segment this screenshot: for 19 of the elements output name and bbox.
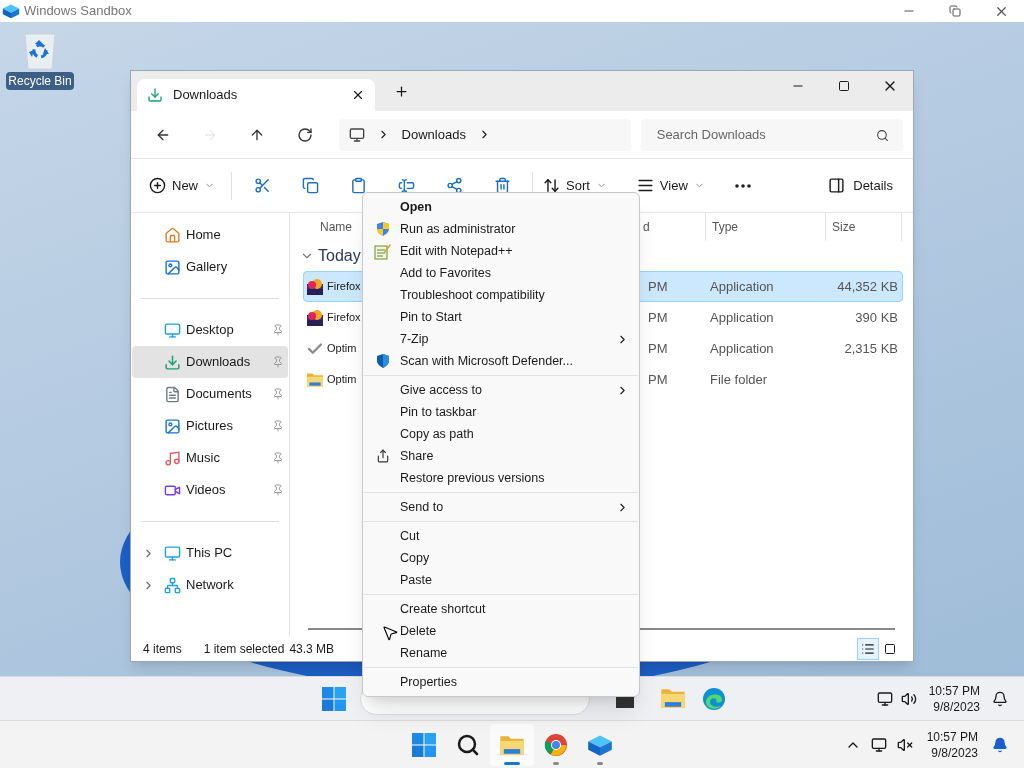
table-cell-text: PM: [648, 308, 669, 327]
status-text: 43.3 MB: [289, 641, 335, 658]
table-cell-text: 2,315 KB: [843, 339, 898, 358]
table-cell-text: Firefox: [327, 310, 361, 326]
table-cell-text: Application: [709, 277, 775, 296]
table-cell-text: File folder: [709, 370, 769, 389]
window-title: Windows Sandbox: [24, 2, 132, 21]
status-text: 1 item selected: [203, 641, 285, 658]
table-cell-text: PM: [648, 277, 669, 296]
table-cell-text: Firefox: [327, 279, 361, 295]
table-cell-text: Optim: [327, 372, 357, 388]
table-cell-text: Application: [709, 339, 775, 358]
table-cell-text: 390 KB: [854, 308, 898, 327]
table-cell-text: 44,352 KB: [836, 277, 898, 296]
table-cell-text: Optim: [327, 341, 357, 357]
table-cell-text: PM: [648, 370, 669, 389]
table-cell-text: Application: [709, 308, 775, 327]
status-text: 4 items: [143, 641, 182, 658]
table-cell-text: PM: [648, 339, 669, 358]
